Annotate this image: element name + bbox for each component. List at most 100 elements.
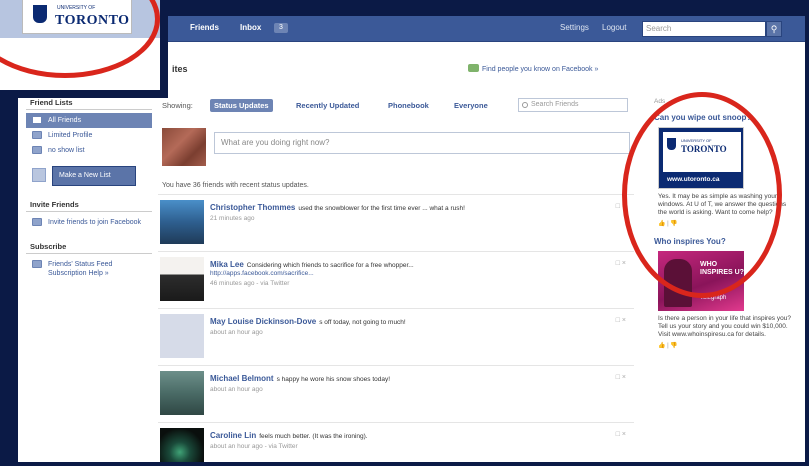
- inbox-count-badge: 3: [274, 23, 288, 33]
- timestamp: about an hour ago - via Twitter: [210, 443, 298, 450]
- people-icon: [468, 64, 479, 72]
- feed-item: Michael Belmont s happy he wore his snow …: [158, 365, 634, 422]
- status-text: used the snowblower for the first time e…: [298, 205, 465, 212]
- status-text: Considering which friends to sacrifice f…: [246, 262, 414, 269]
- new-list-row: Make a New List: [26, 164, 152, 188]
- friends-count-text: You have 36 friends with recent status u…: [162, 182, 309, 189]
- status-text: s off today, not going to much!: [319, 319, 406, 326]
- search-icon: [522, 102, 528, 108]
- sidebar-item-label: Limited Profile: [48, 132, 93, 139]
- tab-status-updates[interactable]: Status Updates: [210, 99, 273, 112]
- feed-item: Christopher Thommes used the snowblower f…: [158, 194, 634, 251]
- sidebar-item-label: Invite friends to join Facebook: [48, 219, 141, 226]
- tab-everyone[interactable]: Everyone: [450, 99, 492, 112]
- avatar[interactable]: [160, 200, 204, 244]
- timestamp: about an hour ago: [210, 329, 263, 336]
- left-sidebar: Friend Lists All Friends Limited Profile…: [26, 96, 152, 281]
- crest-icon: [667, 138, 676, 150]
- ad-image-text: WHO INSPIRES U?: [700, 261, 744, 276]
- avatar[interactable]: [160, 257, 204, 301]
- envelope-icon: [32, 218, 42, 226]
- feed-item: May Louise Dickinson-Dove s off today, no…: [158, 308, 634, 365]
- ads-column: Ads Can you wipe out snoop? UNIVERSITY O…: [654, 98, 794, 359]
- showing-label: Showing:: [162, 101, 193, 110]
- nav-friends-link[interactable]: Friends: [190, 23, 219, 32]
- nav-settings-link[interactable]: Settings: [560, 23, 589, 32]
- list-icon: [32, 116, 42, 124]
- sidebar-item-limited-profile[interactable]: Limited Profile: [26, 128, 152, 143]
- status-link[interactable]: http://apps.facebook.com/sacrifice...: [210, 270, 314, 277]
- ad-url: www.utoronto.ca: [667, 176, 720, 183]
- filter-tabs: Showing: Status Updates Recently Updated…: [162, 96, 632, 116]
- global-search-input[interactable]: Search: [642, 21, 766, 37]
- status-text: s happy he wore his snow shoes today!: [276, 376, 391, 383]
- friend-name-link[interactable]: May Louise Dickinson-Dove: [210, 317, 316, 326]
- profile-photo[interactable]: [162, 128, 206, 166]
- list-icon: [32, 131, 42, 139]
- inset-utoronto-logo: UNIVERSITY OF TORONTO: [22, 0, 132, 34]
- portrait-shape: [664, 259, 692, 307]
- hide-icon[interactable]: □ ×: [616, 431, 626, 438]
- nav-logout-link[interactable]: Logout: [602, 23, 626, 32]
- ad-title-link[interactable]: Who inspires You?: [654, 237, 794, 247]
- feed-icon: [32, 260, 42, 268]
- find-people-label: Find people you know on Facebook »: [482, 66, 599, 73]
- sidebar-item-label: no show list: [48, 147, 85, 154]
- ad-body-text: Is there a person in your life that insp…: [658, 315, 791, 338]
- sidebar-item-all-friends[interactable]: All Friends: [26, 113, 152, 128]
- status-feed: Christopher Thommes used the snowblower f…: [158, 194, 634, 462]
- logo-big-text: TORONTO: [681, 144, 727, 154]
- search-icon[interactable]: ⚲: [766, 21, 782, 37]
- status-input[interactable]: What are you doing right now?: [214, 132, 630, 154]
- ad-body-text: Yes. It may be as simple as washing your…: [658, 193, 787, 216]
- friend-name-link[interactable]: Michael Belmont: [210, 374, 274, 383]
- ad-vote-icons[interactable]: 👍 | 👎: [658, 220, 794, 227]
- hide-icon[interactable]: □ ×: [616, 317, 626, 324]
- find-people-link[interactable]: Find people you know on Facebook »: [468, 64, 598, 73]
- inset-logo-small-text: UNIVERSITY OF: [57, 5, 96, 11]
- hide-icon[interactable]: □ ×: [616, 374, 626, 381]
- tab-recently-updated[interactable]: Recently Updated: [292, 99, 363, 112]
- friend-name-link[interactable]: Christopher Thommes: [210, 203, 295, 212]
- page-title: ites: [172, 64, 188, 74]
- timestamp: 21 minutes ago: [210, 215, 255, 222]
- ad-title-link[interactable]: Can you wipe out snoop?: [654, 113, 794, 123]
- subscribe-heading: Subscribe: [26, 240, 152, 254]
- sidebar-item-label: Friends' Status Feed Subscription Help »: [48, 261, 113, 277]
- feed-item: Mika Lee Considering which friends to sac…: [158, 251, 634, 308]
- list-icon: [32, 146, 42, 154]
- hide-icon[interactable]: □ ×: [616, 203, 626, 210]
- feed-item: Caroline Lin feels much better. (It was t…: [158, 422, 634, 462]
- invite-friends-heading: Invite Friends: [26, 198, 152, 212]
- timestamp: 46 minutes ago - via Twitter: [210, 280, 290, 287]
- ad-image-tag: Telegraph: [700, 295, 727, 301]
- ad-vote-icons[interactable]: 👍 | 👎: [658, 342, 794, 349]
- friend-search-input[interactable]: Search Friends: [518, 98, 628, 112]
- friend-lists-heading: Friend Lists: [26, 96, 152, 110]
- avatar[interactable]: [160, 428, 204, 462]
- friend-name-link[interactable]: Caroline Lin: [210, 431, 256, 440]
- inset-logo-big-text: TORONTO: [55, 13, 130, 28]
- sidebar-item-invite[interactable]: Invite friends to join Facebook: [26, 215, 152, 230]
- sidebar-item-label: All Friends: [48, 117, 82, 124]
- utoronto-ad-image[interactable]: UNIVERSITY OF TORONTO www.utoronto.ca: [658, 127, 744, 189]
- crest-icon: [33, 5, 47, 23]
- zoom-inset: UNIVERSITY OF TORONTO: [0, 0, 168, 98]
- tab-phonebook[interactable]: Phonebook: [384, 99, 433, 112]
- friend-name-link[interactable]: Mika Lee: [210, 260, 244, 269]
- sidebar-item-no-show-list[interactable]: no show list: [26, 143, 152, 158]
- avatar[interactable]: [160, 371, 204, 415]
- who-inspires-ad-image[interactable]: WHO INSPIRES U? Telegraph: [658, 251, 744, 311]
- sidebar-item-subscribe[interactable]: Friends' Status Feed Subscription Help »: [26, 257, 152, 281]
- new-list-icon: [32, 168, 46, 182]
- logo-small-text: UNIVERSITY OF: [681, 138, 712, 143]
- ads-label: Ads: [654, 98, 666, 105]
- timestamp: about an hour ago: [210, 386, 263, 393]
- inset-panel: UNIVERSITY OF TORONTO: [0, 0, 160, 90]
- hide-icon[interactable]: □ ×: [616, 260, 626, 267]
- friend-search-placeholder: Search Friends: [531, 101, 579, 108]
- status-text: feels much better. (It was the ironing).: [259, 433, 368, 440]
- nav-inbox-link[interactable]: Inbox: [240, 23, 261, 32]
- make-new-list-button[interactable]: Make a New List: [52, 166, 136, 186]
- avatar[interactable]: [160, 314, 204, 358]
